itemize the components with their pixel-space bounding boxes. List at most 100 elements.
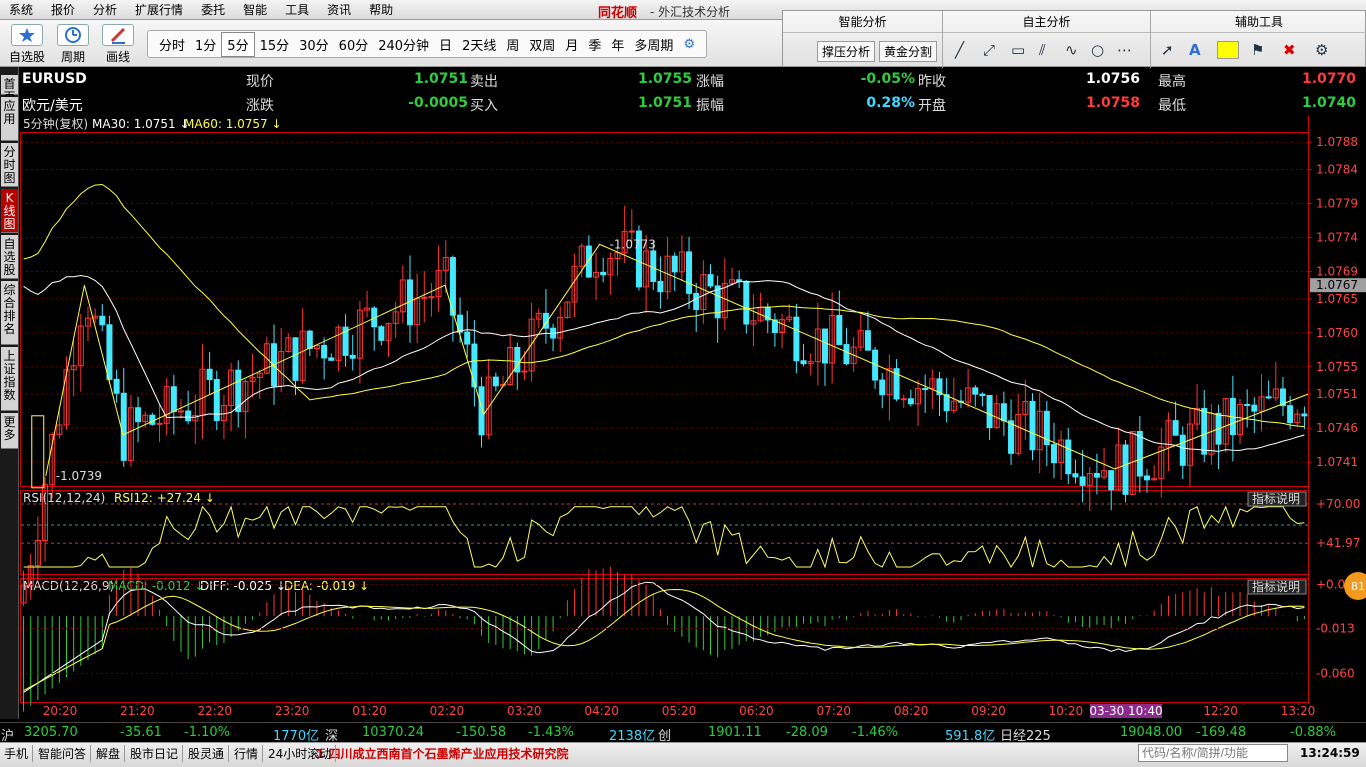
candle	[686, 251, 693, 294]
period-1[interactable]: 1分	[190, 33, 221, 56]
parallel-tool-icon[interactable]: ⫽	[1039, 41, 1046, 59]
menu-item-0[interactable]: 系统	[0, 1, 42, 18]
bottom-tab-3[interactable]: 股市日记	[126, 745, 184, 762]
sidebar-tab-7[interactable]: 更多	[1, 413, 18, 449]
text-tool-icon[interactable]: A	[1189, 41, 1201, 59]
period-2[interactable]: 5分	[221, 31, 255, 57]
symbol-name: 欧元/美元	[22, 98, 83, 114]
more-tools-icon[interactable]: ⋯	[1117, 41, 1132, 59]
period-7[interactable]: 日	[434, 33, 457, 56]
color-picker-icon[interactable]	[1217, 41, 1239, 59]
period-0[interactable]: 分时	[154, 33, 190, 56]
period-4[interactable]: 30分	[294, 33, 334, 56]
price-tick-label: 1.0760	[1316, 326, 1358, 340]
aux-tools-section: 辅助工具 ➚ A ⚑ ✖ ⚙	[1151, 11, 1366, 68]
wave-tool-icon[interactable]: ∿	[1065, 41, 1078, 59]
period-12[interactable]: 季	[583, 33, 606, 56]
menu-item-7[interactable]: 资讯	[318, 1, 360, 18]
candle	[149, 414, 156, 425]
period-9[interactable]: 周	[501, 33, 524, 56]
rsi-axis-label: +70.00	[1316, 497, 1360, 511]
price-tick-label: 1.0779	[1316, 196, 1358, 210]
candle	[135, 407, 142, 423]
period-5[interactable]: 60分	[334, 33, 374, 56]
menu-item-3[interactable]: 扩展行情	[126, 1, 192, 18]
menu-item-1[interactable]: 报价	[42, 1, 84, 18]
bottom-tab-1[interactable]: 智能问答	[34, 745, 92, 762]
price-tick-label: 1.0774	[1316, 231, 1358, 245]
candle	[943, 394, 950, 412]
menu-item-8[interactable]: 帮助	[360, 1, 402, 18]
quote-header: EURUSD 欧元/美元 现价 1.0751 卖出 1.0755 涨幅 -0.05% 昨收 1…	[20, 70, 1366, 116]
rect-tool-icon[interactable]: ▭	[1011, 41, 1025, 59]
period-6[interactable]: 240分钟	[373, 33, 434, 56]
bottom-tab-2[interactable]: 解盘	[92, 745, 126, 762]
candle	[521, 370, 528, 373]
rsi-line	[23, 505, 1305, 569]
ray-tool-icon[interactable]: ⤢	[983, 41, 995, 59]
sidebar-tab-4[interactable]: 自选股	[1, 235, 18, 279]
period-13[interactable]: 年	[606, 33, 629, 56]
period-settings-icon[interactable]: ⚙	[678, 35, 700, 54]
circle-tool-icon[interactable]: ○	[1091, 41, 1104, 59]
kline-chart[interactable]: 1.07881.07841.07791.07741.07691.07651.07…	[20, 116, 1366, 722]
toolbar: 自选股 周期 画线 分时 1分 5分 15分 30分 60分 240分钟日 2天线周双周月季年…	[0, 20, 782, 67]
menu-item-6[interactable]: 工具	[276, 1, 318, 18]
menu-item-2[interactable]: 分析	[84, 1, 126, 18]
menu-item-4[interactable]: 委托	[192, 1, 234, 18]
candle	[1172, 420, 1179, 436]
drawline-button[interactable]: 画线	[97, 24, 139, 65]
bottom-tab-4[interactable]: 股灵通	[184, 745, 230, 762]
period-10[interactable]: 双周	[524, 33, 560, 56]
sidebar-tab-5[interactable]: 综合排名	[1, 281, 18, 345]
pencil-icon	[102, 24, 134, 46]
quote-label-4: 最高	[1158, 74, 1186, 90]
cursor-icon[interactable]: ➚	[1161, 41, 1174, 59]
candle	[321, 344, 328, 359]
candle	[900, 398, 907, 401]
candle	[471, 343, 478, 388]
save-draw-icon[interactable]: ⚑	[1251, 41, 1264, 59]
time-tick-label: 05:20	[662, 704, 697, 718]
period-14[interactable]: 多周期	[629, 33, 678, 56]
quote-value-0: 1.0751	[413, 71, 468, 87]
search-input[interactable]	[1138, 744, 1288, 762]
sidebar-tab-1[interactable]: 应用	[1, 97, 18, 141]
settings-icon[interactable]: ⚙	[1315, 41, 1328, 59]
delete-icon[interactable]: ✖	[1283, 41, 1296, 59]
quote-value-2: -0.05%	[860, 71, 915, 87]
bottom-tab-5[interactable]: 行情	[230, 745, 264, 762]
menu-item-5[interactable]: 智能	[234, 1, 276, 18]
price-tick-label: 1.0769	[1316, 265, 1358, 279]
watchlist-button[interactable]: 自选股	[6, 24, 48, 65]
self-analysis-section: 自主分析 ╱ ⤢ ▭ ⫽ ∿ ○ ⋯	[943, 11, 1151, 68]
time-tick-label: 08:20	[894, 704, 929, 718]
golden-section-button[interactable]: 黄金分割	[879, 41, 938, 62]
time-tick-label: 13:20	[1281, 704, 1316, 718]
candle	[864, 330, 871, 351]
period-button[interactable]: 周期	[52, 24, 94, 65]
candle	[170, 386, 177, 413]
candle	[793, 316, 800, 362]
line-tool-icon[interactable]: ╱	[955, 41, 964, 59]
sidebar-tab-6[interactable]: 上证指数	[1, 347, 18, 411]
time-tick-label: 07:20	[816, 704, 851, 718]
candle	[707, 274, 714, 287]
period-3[interactable]: 15分	[255, 33, 295, 56]
support-resistance-button[interactable]: 撑压分析	[817, 41, 876, 62]
macd-indicator-button: 指标说明	[1252, 579, 1300, 594]
news-ticker[interactable]: 1 四川成立西南首个石墨烯产业应用技术研究院	[316, 745, 569, 762]
sidebar-tab-3[interactable]: K线图	[1, 189, 18, 233]
period-8[interactable]: 2天线	[457, 33, 501, 56]
time-tick-label: 22:20	[197, 704, 232, 718]
bottom-tab-6[interactable]: 24小时滚动	[264, 745, 337, 762]
bottom-tab-0[interactable]: 手机	[0, 745, 34, 762]
quote-value-9: 1.0740	[1301, 95, 1356, 111]
sidebar-tab-0[interactable]: 首页	[1, 75, 18, 104]
macd-diff-line	[23, 581, 1305, 693]
candle	[657, 280, 664, 293]
rsi-title: RSI(12,12,24)	[23, 491, 105, 505]
candle	[907, 398, 914, 405]
period-11[interactable]: 月	[560, 33, 583, 56]
sidebar-tab-2[interactable]: 分时图	[1, 143, 18, 187]
